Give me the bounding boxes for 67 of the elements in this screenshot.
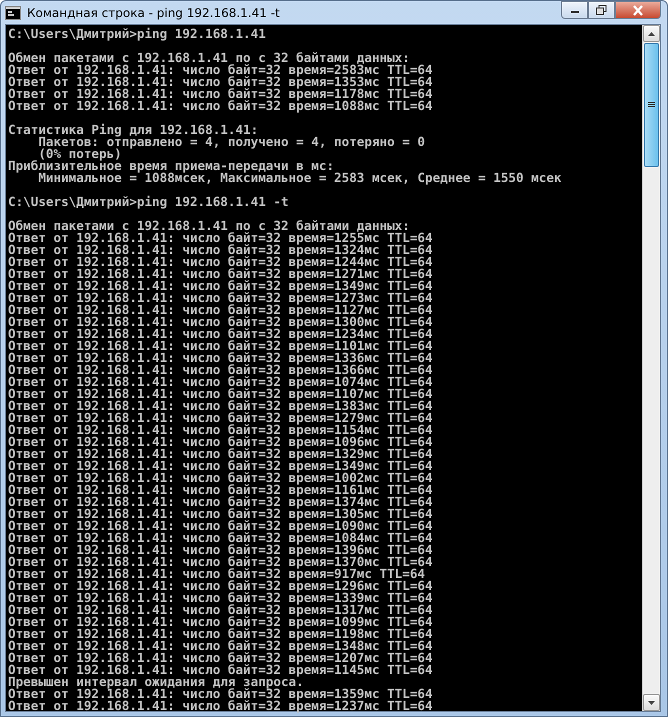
console-line: Ответ от 192.168.1.41: число байт=32 время=1178мс TTL=64	[8, 88, 433, 100]
minimize-button[interactable]	[561, 1, 588, 19]
console-line: Ответ от 192.168.1.41: число байт=32 время=1349мс TTL=64	[8, 460, 433, 472]
console-line: Ответ от 192.168.1.41: число байт=32 время=1366мс TTL=64	[8, 364, 433, 376]
console-line: Обмен пакетами с 192.168.1.41 по с 32 байтами данных:	[8, 52, 410, 64]
console-line: Ответ от 192.168.1.41: число байт=32 время=1329мс TTL=64	[8, 448, 433, 460]
scroll-up-button[interactable]	[643, 25, 660, 42]
console-line: Ответ от 192.168.1.41: число байт=32 время=1353мс TTL=64	[8, 76, 433, 88]
scroll-thumb[interactable]	[644, 43, 659, 167]
restore-icon	[596, 5, 607, 15]
console-line: Ответ от 192.168.1.41: число байт=32 время=1305мс TTL=64	[8, 508, 433, 520]
console-line: Пакетов: отправлено = 4, получено = 4, потеряно = 0	[38, 136, 426, 148]
down-arrow-icon	[648, 700, 655, 704]
console-line: Ответ от 192.168.1.41: число байт=32 время=1145мс TTL=64	[8, 664, 433, 676]
window-title: Командная строка - ping 192.168.1.41 -t	[27, 6, 281, 20]
console-line: Ответ от 192.168.1.41: число байт=32 время=1101мс TTL=64	[8, 340, 433, 352]
console-line: Ответ от 192.168.1.41: число байт=32 время=1273мс TTL=64	[8, 292, 433, 304]
console-line: Ответ от 192.168.1.41: число байт=32 время=1107мс TTL=64	[8, 388, 433, 400]
restore-button[interactable]	[588, 1, 615, 19]
console-app-icon	[5, 6, 21, 20]
console-line: Ответ от 192.168.1.41: число байт=32 время=1336мс TTL=64	[8, 352, 433, 364]
console-line: Ответ от 192.168.1.41: число байт=32 время=1359мс TTL=64	[8, 688, 433, 700]
console-line: Ответ от 192.168.1.41: число байт=32 время=1074мс TTL=64	[8, 376, 433, 388]
console-line: Ответ от 192.168.1.41: число байт=32 время=1300мс TTL=64	[8, 316, 433, 328]
console-line: Ответ от 192.168.1.41: число байт=32 время=1002мс TTL=64	[8, 472, 433, 484]
console-line: Ответ от 192.168.1.41: число байт=32 время=1088мс TTL=64	[8, 100, 433, 112]
console-line: Ответ от 192.168.1.41: число байт=32 время=1244мс TTL=64	[8, 256, 433, 268]
console-line: C:\Users\Дмитрий>ping 192.168.1.41	[8, 28, 266, 40]
console-line: Ответ от 192.168.1.41: число байт=32 время=1348мс TTL=64	[8, 640, 433, 652]
console-line: C:\Users\Дмитрий>ping 192.168.1.41 -t	[8, 196, 289, 208]
console-line: Минимальное = 1088мсек, Максимальное = 2583 мсек, Среднее = 1550 мсек	[38, 172, 562, 184]
console-line: Приблизительное время приема-передачи в мс:	[8, 160, 334, 172]
console-line: Ответ от 192.168.1.41: число байт=32 время=1279мс TTL=64	[8, 412, 433, 424]
console-line: Ответ от 192.168.1.41: число байт=32 время=1127мс TTL=64	[8, 304, 433, 316]
console-line: Ответ от 192.168.1.41: число байт=32 время=917мс TTL=64	[8, 568, 426, 580]
console-line: Ответ от 192.168.1.41: число байт=32 время=2583мс TTL=64	[8, 64, 433, 76]
console-line: Ответ от 192.168.1.41: число байт=32 время=1234мс TTL=64	[8, 328, 433, 340]
console-line: Ответ от 192.168.1.41: число байт=32 время=1084мс TTL=64	[8, 532, 433, 544]
console-line: Ответ от 192.168.1.41: число байт=32 время=1198мс TTL=64	[8, 628, 433, 640]
console-line: Ответ от 192.168.1.41: число байт=32 время=1271мс TTL=64	[8, 268, 433, 280]
console-line: Ответ от 192.168.1.41: число байт=32 время=1396мс TTL=64	[8, 544, 433, 556]
console-line: Ответ от 192.168.1.41: число байт=32 время=1374мс TTL=64	[8, 496, 433, 508]
console-line: Ответ от 192.168.1.41: число байт=32 время=1255мс TTL=64	[8, 232, 433, 244]
console-line: Ответ от 192.168.1.41: число байт=32 время=1154мс TTL=64	[8, 424, 433, 436]
console-line: Ответ от 192.168.1.41: число байт=32 время=1370мс TTL=64	[8, 556, 433, 568]
console-line: Превышен интервал ожидания для запроса.	[8, 676, 304, 688]
up-arrow-icon	[648, 32, 655, 36]
vertical-scrollbar[interactable]	[642, 25, 660, 711]
console-line: Статистика Ping для 192.168.1.41:	[8, 124, 258, 136]
grip-icon	[648, 102, 655, 108]
console-line: Ответ от 192.168.1.41: число байт=32 время=1296мс TTL=64	[8, 580, 433, 592]
console-line: Ответ от 192.168.1.41: число байт=32 время=1207мс TTL=64	[8, 652, 433, 664]
console-line: Ответ от 192.168.1.41: число байт=32 время=1099мс TTL=64	[8, 616, 433, 628]
console-line: Ответ от 192.168.1.41: число байт=32 время=1096мс TTL=64	[8, 436, 433, 448]
console-line: Ответ от 192.168.1.41: число байт=32 время=1383мс TTL=64	[8, 400, 433, 412]
close-button[interactable]	[615, 1, 661, 19]
scroll-down-button[interactable]	[643, 694, 660, 711]
console-line: Ответ от 192.168.1.41: число байт=32 время=1349мс TTL=64	[8, 280, 433, 292]
console-line: Ответ от 192.168.1.41: число байт=32 время=1324мс TTL=64	[8, 244, 433, 256]
console-line: Обмен пакетами с 192.168.1.41 по с 32 байтами данных:	[8, 220, 410, 232]
console-line: Ответ от 192.168.1.41: число байт=32 время=1339мс TTL=64	[8, 592, 433, 604]
console-line: Ответ от 192.168.1.41: число байт=32 время=1237мс TTL=64	[8, 700, 433, 712]
console-line: (0% потерь)	[38, 148, 122, 160]
console-line: Ответ от 192.168.1.41: число байт=32 время=1161мс TTL=64	[8, 484, 433, 496]
console-line: Ответ от 192.168.1.41: число байт=32 время=1317мс TTL=64	[8, 604, 433, 616]
close-icon	[632, 4, 644, 16]
console-line: Ответ от 192.168.1.41: число байт=32 время=1090мс TTL=64	[8, 520, 433, 532]
